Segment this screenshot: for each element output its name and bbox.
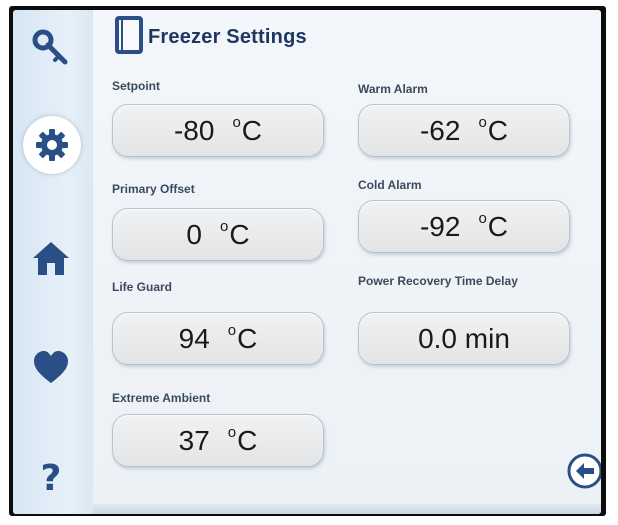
warm-alarm-value: -62 [419, 114, 461, 146]
cold-alarm-field[interactable]: -92 oC [358, 200, 570, 253]
sidebar-item-home[interactable] [25, 232, 77, 284]
back-arrow-button[interactable] [567, 453, 601, 489]
settings-panel: Freezer Settings Setpoint -80 oC Primary… [93, 10, 601, 514]
warm-alarm-label: Warm Alarm [358, 82, 428, 96]
primary-offset-value: 0 [186, 218, 202, 250]
sidebar-item-key[interactable] [25, 22, 77, 74]
extreme-ambient-unit: oC [227, 424, 258, 456]
power-recovery-field[interactable]: 0.0 min [358, 312, 570, 365]
cold-alarm-label: Cold Alarm [358, 178, 422, 192]
extreme-ambient-label: Extreme Ambient [112, 391, 211, 405]
heart-icon [34, 351, 68, 383]
primary-offset-unit: oC [220, 218, 250, 250]
life-guard-value: 94 [178, 322, 210, 354]
book-icon [115, 16, 143, 54]
extreme-ambient-value: 37 [178, 424, 210, 456]
sidebar-item-favorites[interactable] [25, 342, 77, 394]
extreme-ambient-field[interactable]: 37 oC [112, 414, 324, 467]
bottom-bar [93, 504, 601, 514]
life-guard-unit: oC [227, 322, 258, 354]
setpoint-unit: oC [232, 114, 263, 146]
life-guard-label: Life Guard [112, 280, 173, 294]
setpoint-value: -80 [173, 114, 215, 146]
sidebar: ? [13, 10, 94, 514]
question-icon: ? [41, 458, 62, 496]
setpoint-field[interactable]: -80 oC [112, 104, 324, 157]
page-title: Freezer Settings [148, 26, 307, 48]
cold-alarm-value: -92 [419, 210, 461, 242]
gear-icon [36, 129, 68, 161]
primary-offset-label: Primary Offset [112, 182, 195, 196]
warm-alarm-unit: oC [478, 114, 509, 146]
svg-text:?: ? [41, 458, 62, 496]
power-recovery-value: 0.0 min [418, 322, 510, 354]
warm-alarm-field[interactable]: -62 oC [358, 104, 570, 157]
home-icon [33, 242, 69, 275]
sidebar-item-help[interactable]: ? [25, 450, 77, 502]
cold-alarm-unit: oC [478, 210, 509, 242]
life-guard-field[interactable]: 94 oC [112, 312, 324, 365]
setpoint-label: Setpoint [112, 79, 160, 93]
power-recovery-label: Power Recovery Time Delay [358, 274, 518, 288]
key-icon [32, 29, 68, 65]
primary-offset-field[interactable]: 0 oC [112, 208, 324, 261]
sidebar-item-settings[interactable] [23, 116, 81, 174]
touch-screen: ? Freezer Settings Setpoint -80 oC Prima… [13, 10, 601, 514]
